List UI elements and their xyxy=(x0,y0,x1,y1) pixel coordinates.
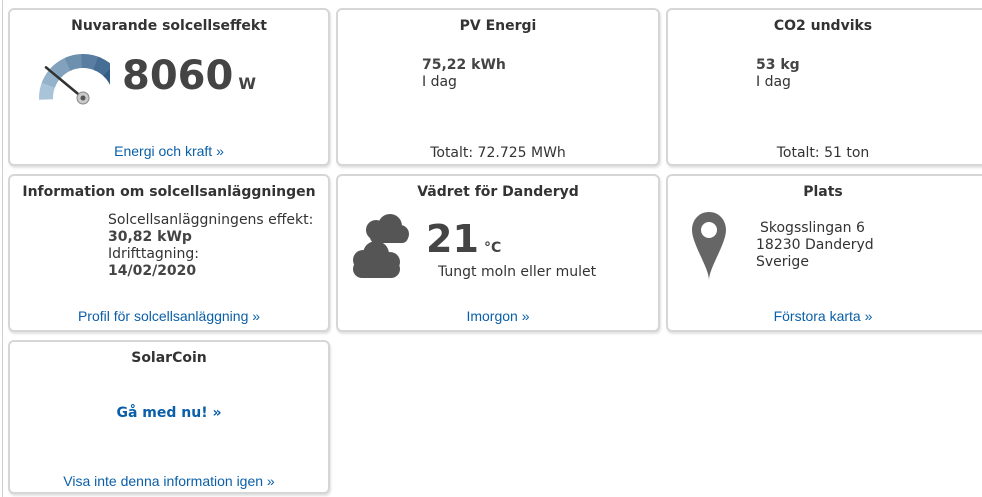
weather-card: Vädret för Danderyd 21 °C Tungt moln ell… xyxy=(336,174,660,332)
join-now-link[interactable]: Gå med nu! » xyxy=(10,405,328,421)
temperature-row: 21 °C xyxy=(426,218,501,260)
card-title: Nuvarande solcellseffekt xyxy=(71,18,267,34)
card-title: Plats xyxy=(803,184,843,200)
address-city: 18230 Danderyd xyxy=(756,237,874,253)
enlarge-map-link[interactable]: Förstora karta » xyxy=(668,308,978,324)
co2-today-label: I dag xyxy=(756,74,791,90)
plant-power-value: 30,82 kWp xyxy=(108,229,192,245)
location-card: Plats Skogsslingan 6 18230 Danderyd Sver… xyxy=(666,174,982,332)
plant-power-label: Solcellsanläggningens effekt: xyxy=(108,212,314,228)
power-value: 8060 xyxy=(122,53,234,99)
pv-today-value: 75,22 kWh xyxy=(422,57,506,73)
commission-label: Idrifttagning: xyxy=(108,246,200,262)
pv-total: Totalt: 72.725 MWh xyxy=(430,145,566,161)
pv-today-label: I dag xyxy=(422,74,457,90)
power-gauge-icon xyxy=(39,54,110,105)
plant-info-card: Information om solcellsanläggningen Solc… xyxy=(8,174,330,332)
card-title: PV Energi xyxy=(459,18,537,34)
temperature-unit: °C xyxy=(483,240,502,256)
temperature-value: 21 xyxy=(426,217,479,261)
energy-and-power-link[interactable]: Energi och kraft » xyxy=(10,143,328,159)
card-title: Vädret för Danderyd xyxy=(417,184,579,200)
co2-avoided-card: CO2 undviks 53 kg I dag Totalt: 51 ton xyxy=(666,8,982,166)
power-value-row: 8060 W xyxy=(122,54,256,98)
dont-show-again-link[interactable]: Visa inte denna information igen » xyxy=(10,473,328,489)
solarcoin-card: SolarCoin Gå med nu! » Visa inte denna i… xyxy=(8,340,330,494)
pv-energy-card: PV Energi 75,22 kWh I dag Totalt: 72.725… xyxy=(336,8,660,166)
current-power-card: Nuvarande solcellseffekt 8060 W Energi o… xyxy=(8,8,330,166)
weather-description: Tungt moln eller mulet xyxy=(438,264,597,280)
card-title: SolarCoin xyxy=(131,350,207,366)
co2-total: Totalt: 51 ton xyxy=(776,145,870,161)
address-street: Skogsslingan 6 xyxy=(760,220,865,236)
commission-date: 14/02/2020 xyxy=(108,263,197,279)
card-title: Information om solcellsanläggningen xyxy=(22,184,316,200)
plant-profile-link[interactable]: Profil för solcellsanläggning » xyxy=(10,308,328,324)
co2-today-value: 53 kg xyxy=(756,57,800,73)
tomorrow-link[interactable]: Imorgon » xyxy=(338,308,658,324)
cloud-icon xyxy=(353,214,409,278)
card-title: CO2 undviks xyxy=(773,18,873,34)
map-pin-icon xyxy=(692,212,726,280)
power-unit: W xyxy=(238,74,257,93)
address-country: Sverige xyxy=(756,254,809,270)
left-edge-line xyxy=(2,0,3,497)
